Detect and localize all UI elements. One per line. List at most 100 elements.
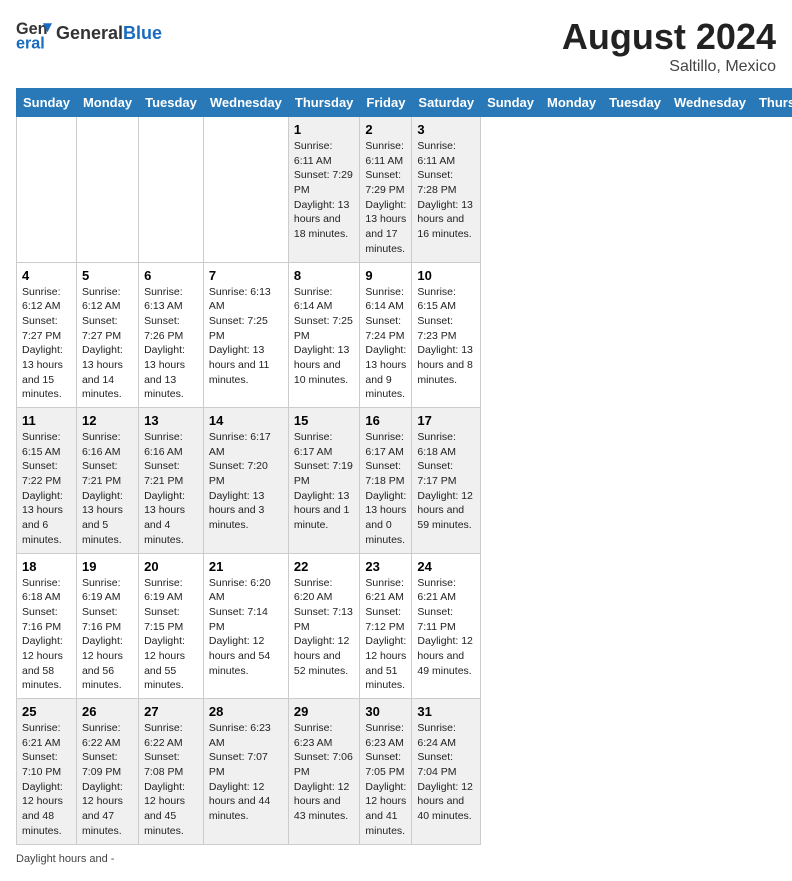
calendar-cell: 28Sunrise: 6:23 AM Sunset: 7:07 PM Dayli… [203, 699, 288, 845]
calendar-cell: 25 Sunrise: 6:21 AM Sunset: 7:10 PM Dayli… [17, 699, 77, 845]
calendar-cell: 1 Sunrise: 6:11 AM Sunset: 7:29 PM Daylig… [288, 117, 360, 263]
day-number: 3 [417, 122, 475, 137]
calendar-cell: 31 Sunrise: 6:24 AM Sunset: 7:04 PM Dayli… [412, 699, 481, 845]
day-info: Sunrise: 6:15 AM Sunset: 7:23 PM Dayligh… [417, 285, 475, 388]
day-info: Sunrise: 6:19 AM Sunset: 7:16 PM Dayligh… [82, 576, 133, 694]
day-info: Sunrise: 6:23 AM Sunset: 7:06 PM Dayligh… [294, 721, 355, 824]
day-number: 12 [82, 413, 133, 428]
location-subtitle: Saltillo, Mexico [562, 58, 776, 76]
day-number: 17 [417, 413, 475, 428]
calendar-cell: 22Sunrise: 6:20 AM Sunset: 7:13 PM Dayli… [288, 553, 360, 699]
calendar-cell: 10 Sunrise: 6:15 AM Sunset: 7:23 PM Dayli… [412, 262, 481, 408]
day-number: 4 [22, 268, 71, 283]
day-info: Sunrise: 6:15 AM Sunset: 7:22 PM Dayligh… [22, 430, 71, 548]
calendar-cell: 4 Sunrise: 6:12 AM Sunset: 7:27 PM Daylig… [17, 262, 77, 408]
day-number: 7 [209, 268, 283, 283]
calendar-cell: 11Sunrise: 6:15 AM Sunset: 7:22 PM Dayli… [17, 408, 77, 554]
day-number: 13 [144, 413, 198, 428]
calendar-cell: 7 Sunrise: 6:13 AM Sunset: 7:25 PM Daylig… [203, 262, 288, 408]
calendar-cell: 26Sunrise: 6:22 AM Sunset: 7:09 PM Dayli… [76, 699, 138, 845]
logo-icon: Gen eral [16, 16, 52, 52]
day-info: Sunrise: 6:11 AM Sunset: 7:28 PM Dayligh… [417, 139, 475, 242]
calendar-cell: 9Sunrise: 6:14 AM Sunset: 7:24 PM Daylig… [360, 262, 412, 408]
header-day-tuesday: Tuesday [603, 89, 668, 117]
calendar-cell: 21 Sunrise: 6:20 AM Sunset: 7:14 PM Dayli… [203, 553, 288, 699]
day-info: Sunrise: 6:19 AM Sunset: 7:15 PM Dayligh… [144, 576, 198, 694]
calendar-cell [76, 117, 138, 263]
day-info: Sunrise: 6:11 AM Sunset: 7:29 PM Dayligh… [294, 139, 355, 242]
day-info: Sunrise: 6:21 AM Sunset: 7:10 PM Dayligh… [22, 721, 71, 839]
day-number: 24 [417, 559, 475, 574]
day-info: Sunrise: 6:17 AM Sunset: 7:20 PM Dayligh… [209, 430, 283, 533]
calendar-table: SundayMondayTuesdayWednesdayThursdayFrid… [16, 88, 792, 845]
week-row-3: 11Sunrise: 6:15 AM Sunset: 7:22 PM Dayli… [17, 408, 792, 554]
logo: Gen eral GeneralBlue [16, 16, 162, 52]
day-info: Sunrise: 6:11 AM Sunset: 7:29 PM Dayligh… [365, 139, 406, 257]
day-info: Sunrise: 6:14 AM Sunset: 7:25 PM Dayligh… [294, 285, 355, 388]
calendar-cell: 13 Sunrise: 6:16 AM Sunset: 7:21 PM Dayli… [139, 408, 204, 554]
day-number: 2 [365, 122, 406, 137]
day-info: Sunrise: 6:20 AM Sunset: 7:14 PM Dayligh… [209, 576, 283, 679]
svg-text:eral: eral [16, 34, 45, 52]
header-saturday: Saturday [412, 89, 481, 117]
day-number: 8 [294, 268, 355, 283]
day-number: 25 [22, 704, 71, 719]
day-number: 30 [365, 704, 406, 719]
day-number: 6 [144, 268, 198, 283]
footer-line1: Daylight hours [16, 853, 86, 865]
calendar-cell: 16Sunrise: 6:17 AM Sunset: 7:18 PM Dayli… [360, 408, 412, 554]
day-number: 26 [82, 704, 133, 719]
calendar-cell [139, 117, 204, 263]
calendar-header-row: SundayMondayTuesdayWednesdayThursdayFrid… [17, 89, 792, 117]
day-info: Sunrise: 6:16 AM Sunset: 7:21 PM Dayligh… [144, 430, 198, 548]
day-info: Sunrise: 6:20 AM Sunset: 7:13 PM Dayligh… [294, 576, 355, 679]
day-number: 20 [144, 559, 198, 574]
day-number: 29 [294, 704, 355, 719]
day-number: 1 [294, 122, 355, 137]
header-sunday: Sunday [17, 89, 77, 117]
header-wednesday: Wednesday [203, 89, 288, 117]
day-info: Sunrise: 6:23 AM Sunset: 7:07 PM Dayligh… [209, 721, 283, 824]
day-info: Sunrise: 6:24 AM Sunset: 7:04 PM Dayligh… [417, 721, 475, 824]
week-row-2: 4 Sunrise: 6:12 AM Sunset: 7:27 PM Daylig… [17, 262, 792, 408]
day-info: Sunrise: 6:22 AM Sunset: 7:08 PM Dayligh… [144, 721, 198, 839]
week-row-1: 1 Sunrise: 6:11 AM Sunset: 7:29 PM Daylig… [17, 117, 792, 263]
calendar-cell: 19 Sunrise: 6:19 AM Sunset: 7:16 PM Dayli… [76, 553, 138, 699]
footer-line2: and - [89, 853, 114, 865]
page-header: Gen eral GeneralBlue August 2024 Saltill… [16, 16, 776, 76]
day-info: Sunrise: 6:14 AM Sunset: 7:24 PM Dayligh… [365, 285, 406, 403]
calendar-cell: 5Sunrise: 6:12 AM Sunset: 7:27 PM Daylig… [76, 262, 138, 408]
day-info: Sunrise: 6:18 AM Sunset: 7:16 PM Dayligh… [22, 576, 71, 694]
calendar-cell: 24Sunrise: 6:21 AM Sunset: 7:11 PM Dayli… [412, 553, 481, 699]
calendar-cell: 17 Sunrise: 6:18 AM Sunset: 7:17 PM Dayli… [412, 408, 481, 554]
calendar-cell: 29 Sunrise: 6:23 AM Sunset: 7:06 PM Dayli… [288, 699, 360, 845]
day-info: Sunrise: 6:17 AM Sunset: 7:18 PM Dayligh… [365, 430, 406, 548]
calendar-cell: 3 Sunrise: 6:11 AM Sunset: 7:28 PM Daylig… [412, 117, 481, 263]
day-info: Sunrise: 6:12 AM Sunset: 7:27 PM Dayligh… [22, 285, 71, 403]
calendar-cell: 14Sunrise: 6:17 AM Sunset: 7:20 PM Dayli… [203, 408, 288, 554]
day-number: 10 [417, 268, 475, 283]
calendar-cell: 8 Sunrise: 6:14 AM Sunset: 7:25 PM Daylig… [288, 262, 360, 408]
day-info: Sunrise: 6:17 AM Sunset: 7:19 PM Dayligh… [294, 430, 355, 533]
month-year-title: August 2024 [562, 16, 776, 58]
calendar-cell: 20 Sunrise: 6:19 AM Sunset: 7:15 PM Dayli… [139, 553, 204, 699]
calendar-cell: 18Sunrise: 6:18 AM Sunset: 7:16 PM Dayli… [17, 553, 77, 699]
header-day-monday: Monday [541, 89, 603, 117]
calendar-cell: 27Sunrise: 6:22 AM Sunset: 7:08 PM Dayli… [139, 699, 204, 845]
logo-line1: GeneralBlue [56, 24, 162, 44]
day-info: Sunrise: 6:16 AM Sunset: 7:21 PM Dayligh… [82, 430, 133, 548]
day-number: 31 [417, 704, 475, 719]
day-info: Sunrise: 6:13 AM Sunset: 7:25 PM Dayligh… [209, 285, 283, 388]
week-row-4: 18Sunrise: 6:18 AM Sunset: 7:16 PM Dayli… [17, 553, 792, 699]
day-number: 5 [82, 268, 133, 283]
day-number: 21 [209, 559, 283, 574]
week-row-5: 25 Sunrise: 6:21 AM Sunset: 7:10 PM Dayli… [17, 699, 792, 845]
day-info: Sunrise: 6:13 AM Sunset: 7:26 PM Dayligh… [144, 285, 198, 403]
calendar-cell: 2 Sunrise: 6:11 AM Sunset: 7:29 PM Daylig… [360, 117, 412, 263]
day-info: Sunrise: 6:18 AM Sunset: 7:17 PM Dayligh… [417, 430, 475, 533]
day-number: 23 [365, 559, 406, 574]
footer: Daylight hours and - [16, 853, 776, 865]
day-number: 19 [82, 559, 133, 574]
calendar-cell: 30Sunrise: 6:23 AM Sunset: 7:05 PM Dayli… [360, 699, 412, 845]
calendar-cell [203, 117, 288, 263]
